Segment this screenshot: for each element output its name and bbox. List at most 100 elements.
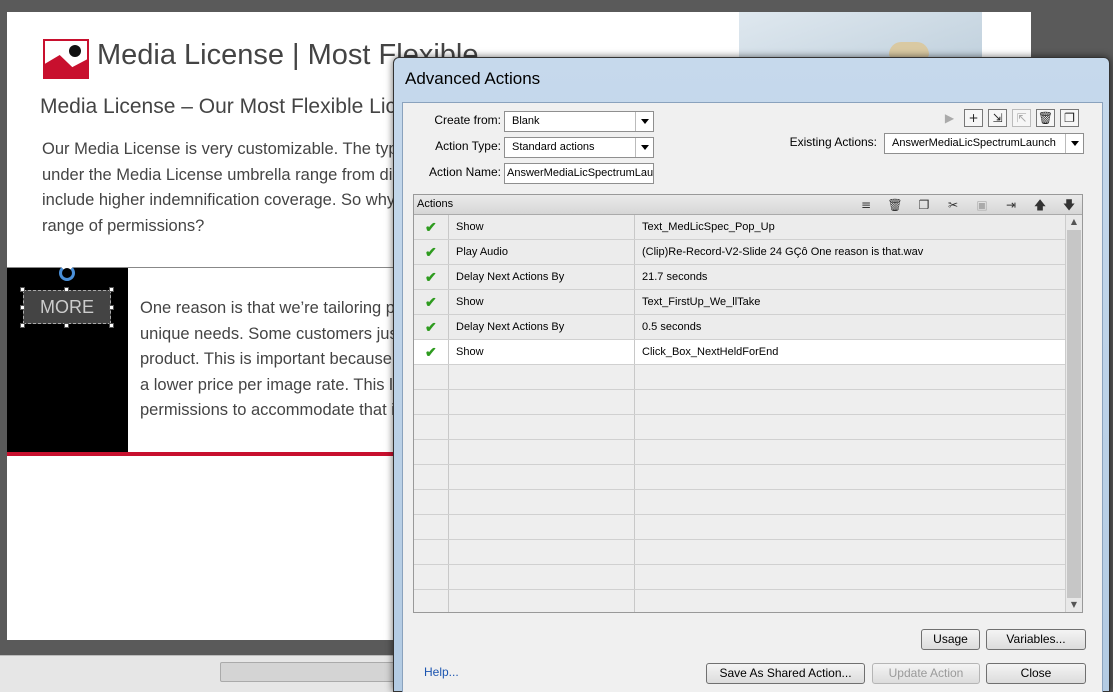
table-row[interactable]: ✔ Delay Next Actions By 0.5 seconds	[414, 315, 1065, 340]
cut-icon[interactable]: ✂	[943, 196, 963, 214]
trash-icon[interactable]: 🗑	[1036, 109, 1055, 127]
duplicate-icon[interactable]: ❐	[1060, 109, 1079, 127]
help-link[interactable]: Help...	[424, 665, 459, 679]
table-row[interactable]: ✔ Show Text_MedLicSpec_Pop_Up	[414, 215, 1065, 240]
horizontal-scrollbar[interactable]	[0, 655, 400, 692]
advanced-actions-dialog: Advanced Actions Create from: Blank Acti…	[393, 57, 1110, 692]
create-from-value: Blank	[512, 115, 540, 127]
scroll-down-icon[interactable]: ▼	[1066, 598, 1082, 612]
variables-button[interactable]: Variables...	[986, 629, 1086, 650]
actions-table-header: Actions ≡ 🗑 ❐ ✂ ▣ ⇥ 🡅 🡇	[414, 195, 1082, 215]
more-button[interactable]: MORE	[23, 290, 111, 324]
target-cell[interactable]: Text_FirstUp_We_llTake	[635, 290, 1065, 314]
check-icon: ✔	[425, 244, 437, 260]
action-cell[interactable]: Show	[449, 290, 635, 314]
row-status-cell: ✔	[414, 315, 449, 339]
target-cell[interactable]: 21.7 seconds	[635, 265, 1065, 289]
black-panel: MORE	[7, 265, 128, 452]
row-status-cell: ✔	[414, 240, 449, 264]
action-cell[interactable]: Show	[449, 215, 635, 239]
table-row-empty[interactable]	[414, 365, 1065, 390]
export-icon[interactable]: ⇱	[1012, 109, 1031, 127]
action-cell[interactable]: Delay Next Actions By	[449, 315, 635, 339]
action-cell[interactable]: Show	[449, 340, 635, 364]
row-status-cell: ✔	[414, 290, 449, 314]
add-icon[interactable]: +	[964, 109, 983, 127]
usage-button[interactable]: Usage	[921, 629, 980, 650]
table-row-empty[interactable]	[414, 390, 1065, 415]
target-cell[interactable]: (Clip)Re-Record-V2-Slide 24 GÇô One reas…	[635, 240, 1065, 264]
dialog-title: Advanced Actions	[405, 69, 541, 88]
move-down-icon[interactable]: 🡇	[1059, 196, 1079, 214]
delete-row-icon[interactable]: 🗑	[885, 196, 905, 214]
import-icon[interactable]: ⇲	[988, 109, 1007, 127]
chevron-down-icon	[635, 112, 653, 131]
rotate-handle-icon[interactable]	[59, 265, 75, 281]
resize-handle[interactable]	[20, 305, 25, 310]
save-shared-action-button[interactable]: Save As Shared Action...	[706, 663, 865, 684]
table-row[interactable]: ✔ Delay Next Actions By 21.7 seconds	[414, 265, 1065, 290]
table-row[interactable]: ✔ Play Audio (Clip)Re-Record-V2-Slide 24…	[414, 240, 1065, 265]
resize-handle[interactable]	[20, 287, 25, 292]
actions-table: Actions ≡ 🗑 ❐ ✂ ▣ ⇥ 🡅 🡇 ✔ Show Text_MedL…	[413, 194, 1083, 613]
table-row-empty[interactable]	[414, 565, 1065, 590]
update-action-button[interactable]: Update Action	[872, 663, 980, 684]
insert-row-icon[interactable]: ≡	[856, 196, 876, 214]
scrollbar-thumb[interactable]	[1067, 230, 1081, 598]
table-row[interactable]: ✔ Show Text_FirstUp_We_llTake	[414, 290, 1065, 315]
check-icon: ✔	[425, 294, 437, 310]
check-icon: ✔	[425, 344, 437, 360]
target-cell[interactable]: 0.5 seconds	[635, 315, 1065, 339]
scroll-up-icon[interactable]: ▲	[1066, 215, 1082, 229]
existing-actions-value: AnswerMediaLicSpectrumLaunch	[892, 137, 1056, 149]
row-status-cell: ✔	[414, 340, 449, 364]
red-divider	[7, 452, 407, 456]
existing-actions-dropdown[interactable]: AnswerMediaLicSpectrumLaunch	[884, 133, 1084, 154]
row-status-cell: ✔	[414, 215, 449, 239]
chevron-down-icon	[1065, 134, 1083, 153]
play-icon[interactable]: ▶	[940, 109, 959, 127]
dialog-body: Create from: Blank Action Type: Standard…	[402, 102, 1103, 692]
action-cell[interactable]: Play Audio	[449, 240, 635, 264]
table-row-empty[interactable]	[414, 515, 1065, 540]
table-row-empty[interactable]	[414, 540, 1065, 565]
close-button[interactable]: Close	[986, 663, 1086, 684]
action-cell[interactable]: Delay Next Actions By	[449, 265, 635, 289]
target-cell[interactable]: Click_Box_NextHeldForEnd	[635, 340, 1065, 364]
check-icon: ✔	[425, 319, 437, 335]
paste-icon[interactable]: ▣	[972, 196, 992, 214]
media-logo-icon	[43, 39, 89, 79]
actions-header-label: Actions	[417, 198, 454, 210]
action-name-label: Action Name:	[428, 165, 501, 179]
scrollbar-thumb[interactable]	[220, 662, 400, 682]
target-cell[interactable]: Text_MedLicSpec_Pop_Up	[635, 215, 1065, 239]
actions-grid: ✔ Show Text_MedLicSpec_Pop_Up ✔ Play Aud…	[414, 215, 1065, 612]
table-row-selected[interactable]: ✔ Show Click_Box_NextHeldForEnd	[414, 340, 1065, 365]
action-type-label: Action Type:	[435, 139, 501, 153]
table-row-empty[interactable]	[414, 490, 1065, 515]
create-from-dropdown[interactable]: Blank	[504, 111, 654, 132]
action-type-dropdown[interactable]: Standard actions	[504, 137, 654, 158]
resize-handle[interactable]	[109, 305, 114, 310]
resize-handle[interactable]	[64, 287, 69, 292]
action-type-value: Standard actions	[512, 141, 595, 153]
actions-vertical-scrollbar[interactable]: ▲ ▼	[1065, 215, 1082, 612]
row-status-cell: ✔	[414, 265, 449, 289]
resize-handle[interactable]	[109, 287, 114, 292]
table-row-empty[interactable]	[414, 440, 1065, 465]
move-up-icon[interactable]: 🡅	[1030, 196, 1050, 214]
existing-actions-label: Existing Actions:	[789, 135, 877, 149]
check-icon: ✔	[425, 219, 437, 235]
indent-icon[interactable]: ⇥	[1001, 196, 1021, 214]
check-icon: ✔	[425, 269, 437, 285]
resize-handle[interactable]	[64, 323, 69, 328]
table-row-empty[interactable]	[414, 415, 1065, 440]
resize-handle[interactable]	[109, 323, 114, 328]
slide-subtitle: Media License – Our Most Flexible Lice	[40, 95, 408, 118]
action-name-field[interactable]: AnswerMediaLicSpectrumLaun	[504, 163, 654, 184]
table-row-empty[interactable]	[414, 465, 1065, 490]
resize-handle[interactable]	[20, 323, 25, 328]
table-row-empty[interactable]	[414, 590, 1065, 612]
create-from-label: Create from:	[434, 113, 501, 127]
copy-icon[interactable]: ❐	[914, 196, 934, 214]
